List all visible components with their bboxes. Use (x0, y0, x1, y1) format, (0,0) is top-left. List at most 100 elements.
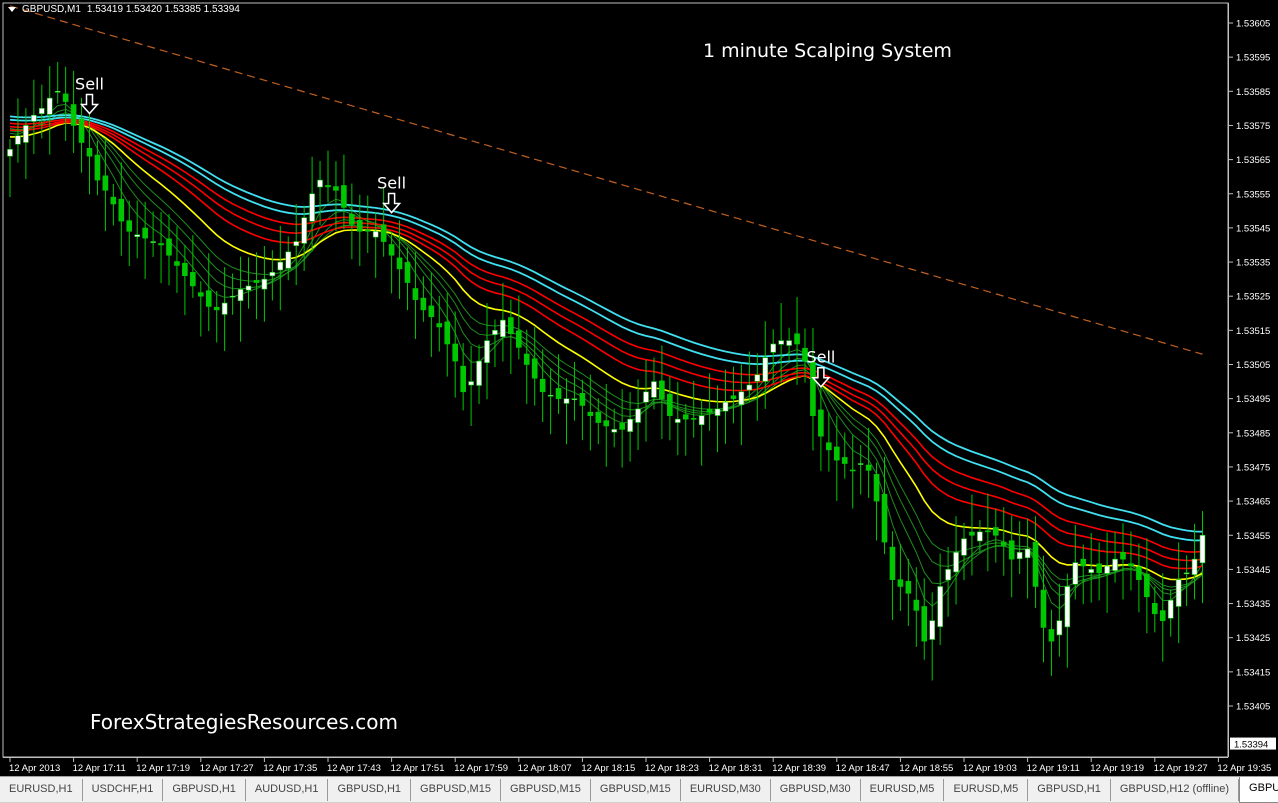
candle-body (516, 331, 521, 348)
price-tick-label: 1.53515 (1236, 326, 1270, 337)
candle-body (326, 185, 331, 187)
tab-10[interactable]: EURUSD,M5 (861, 779, 945, 801)
candle-body (1025, 549, 1030, 558)
candle-body (739, 392, 744, 405)
time-tick-label: 12 Apr 18:23 (645, 763, 699, 774)
tab-8[interactable]: EURUSD,M30 (681, 779, 771, 801)
price-tick-label: 1.53555 (1236, 189, 1270, 200)
tab-3[interactable]: AUDUSD,H1 (246, 779, 329, 801)
candle-body (262, 279, 267, 289)
candle-body (302, 218, 307, 244)
candle-body (969, 532, 974, 535)
tab-13[interactable]: GBPUSD,H12 (offline) (1111, 779, 1239, 801)
candle-body (675, 419, 680, 422)
time-tick-label: 12 Apr 18:55 (899, 763, 953, 774)
candle-body (715, 409, 720, 416)
candle-body (683, 415, 688, 420)
tab-12[interactable]: GBPUSD,H1 (1028, 779, 1111, 801)
candle-body (596, 412, 601, 422)
tab-7[interactable]: GBPUSD,M15 (591, 779, 681, 801)
candle-body (294, 242, 299, 246)
candle-body (389, 244, 394, 255)
price-tick-label: 1.53575 (1236, 121, 1270, 132)
candle-body (87, 148, 92, 156)
candle-body (461, 366, 466, 392)
candle-body (993, 528, 998, 536)
candle-body (23, 125, 28, 142)
candle-body (588, 412, 593, 416)
candle-body (421, 298, 426, 310)
candle-body (1001, 542, 1006, 545)
price-tick-label: 1.53445 (1236, 565, 1270, 576)
price-tick-label: 1.53605 (1236, 19, 1270, 30)
price-tick-label: 1.53425 (1236, 633, 1270, 644)
price-axis: 1.536051.535951.535851.535751.535651.535… (1229, 0, 1278, 776)
candle-body (278, 262, 283, 270)
time-tick-label: 12 Apr 17:43 (327, 763, 381, 774)
candle-body (453, 344, 458, 361)
candle-body (842, 457, 847, 463)
candle-body (612, 429, 617, 432)
time-tick-label: 12 Apr 18:07 (518, 763, 572, 774)
time-tick-label: 12 Apr 17:27 (200, 763, 254, 774)
price-tick-label: 1.53505 (1236, 360, 1270, 371)
candle-body (787, 341, 792, 346)
candle-body (127, 221, 132, 232)
price-tick-label: 1.53485 (1236, 428, 1270, 439)
candle-body (930, 621, 935, 640)
candle-body (333, 187, 338, 191)
candle-body (707, 409, 712, 412)
tab-9[interactable]: GBPUSD,M30 (771, 779, 861, 801)
symbol-label: GBPUSD,M1 (22, 4, 81, 15)
candle-body (938, 586, 943, 626)
candle-body (1089, 569, 1094, 572)
candle-body (349, 214, 354, 224)
tab-1[interactable]: USDCHF,H1 (83, 779, 164, 801)
candle-body (898, 580, 903, 587)
candle-body (1073, 563, 1078, 585)
price-chart[interactable]: SellSellSell 1.536051.535951.535851.5357… (0, 0, 1278, 776)
candle-body (238, 289, 243, 300)
candle-body (1049, 629, 1054, 641)
candle-body (954, 552, 959, 572)
candle-body (508, 318, 513, 334)
candle-body (540, 379, 545, 392)
candle-body (636, 409, 641, 423)
candle-body (254, 280, 259, 282)
candle-body (1105, 566, 1110, 574)
candle-body (159, 243, 164, 245)
candle-body (1152, 603, 1157, 613)
candle-body (214, 307, 219, 310)
watermark: ForexStrategiesResources.com (90, 710, 398, 734)
sell-signal-label: Sell (75, 75, 104, 94)
candle-body (79, 119, 84, 143)
candle-body (922, 606, 927, 641)
candle-body (779, 341, 784, 345)
candle-body (1081, 559, 1086, 566)
tab-2[interactable]: GBPUSD,H1 (163, 779, 246, 801)
candle-body (810, 362, 815, 415)
candle-body (1065, 586, 1070, 626)
candle-body (691, 418, 696, 419)
candle-body (429, 306, 434, 317)
candle-body (198, 293, 203, 297)
tab-5[interactable]: GBPUSD,M15 (411, 779, 501, 801)
tab-0[interactable]: EURUSD,H1 (0, 779, 83, 801)
candle-body (365, 230, 370, 231)
price-tick-label: 1.53525 (1236, 292, 1270, 303)
tab-4[interactable]: GBPUSD,H1 (328, 779, 411, 801)
candle-body (1184, 573, 1189, 574)
tab-14[interactable]: GBPUSD, (1239, 777, 1278, 803)
candle-body (206, 291, 211, 307)
candle-body (858, 464, 863, 465)
tab-11[interactable]: EURUSD,M5 (944, 779, 1028, 801)
candle-body (413, 289, 418, 300)
candle-body (55, 91, 60, 92)
candle-body (564, 399, 569, 404)
candle-body (1033, 542, 1038, 586)
candle-body (731, 396, 736, 399)
quote-values: 1.53419 1.53420 1.53385 1.53394 (87, 4, 240, 15)
dropdown-triangle-icon[interactable] (8, 7, 16, 12)
tab-6[interactable]: GBPUSD,M15 (501, 779, 591, 801)
candle-body (866, 465, 871, 470)
